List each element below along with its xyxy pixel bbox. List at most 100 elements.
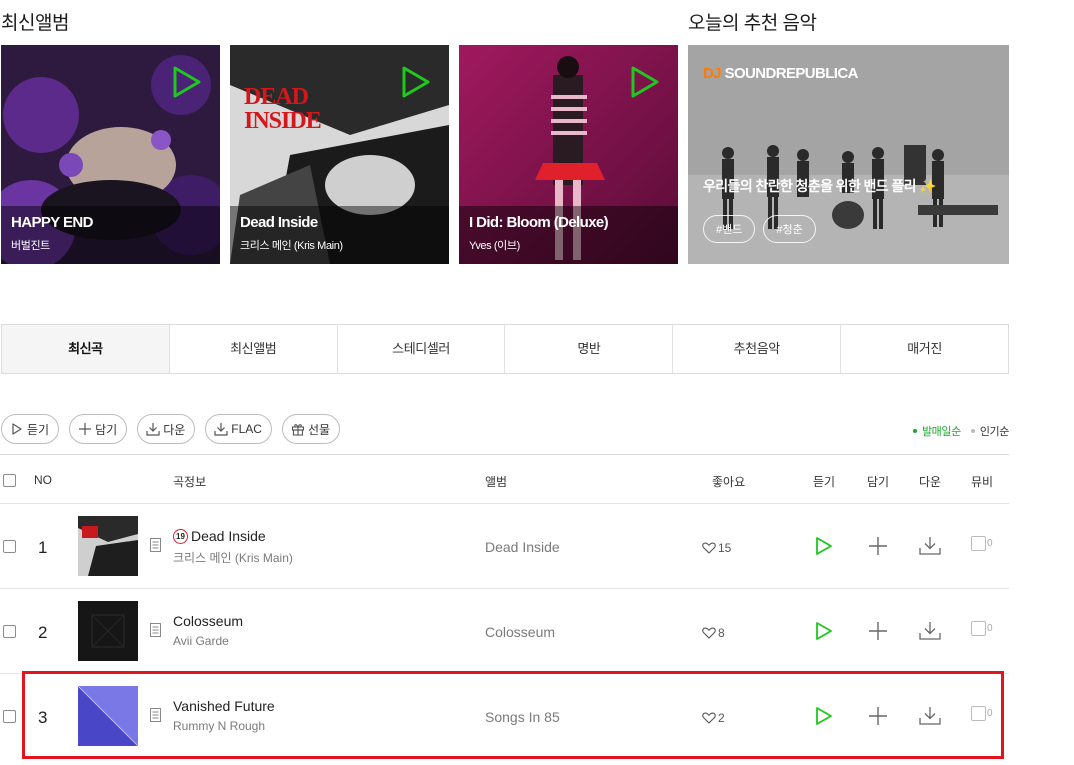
song-thumbnail[interactable] <box>78 601 138 661</box>
song-thumbnail[interactable] <box>78 686 138 746</box>
song-album[interactable]: Colosseum <box>485 624 555 640</box>
like-count: 2 <box>718 711 725 725</box>
play-outline-icon <box>12 423 22 435</box>
listen-button[interactable]: 듣기 <box>1 414 60 444</box>
album-title[interactable]: I Did: Bloom (Deluxe) <box>469 214 668 231</box>
tab-new-albums[interactable]: 최신앨범 <box>169 325 338 373</box>
tab-new-songs[interactable]: 최신곡 <box>2 325 170 373</box>
like-button[interactable]: 8 <box>702 626 725 640</box>
add-icon[interactable] <box>868 536 888 556</box>
dj-name: SOUNDREPUBLICA <box>724 65 859 82</box>
dj-tag-youth[interactable]: #청춘 <box>763 215 816 243</box>
flac-button[interactable]: FLAC <box>205 414 272 444</box>
song-thumbnail[interactable] <box>78 516 138 576</box>
new-albums-title: 최신앨범 <box>1 13 69 34</box>
play-icon[interactable] <box>172 65 202 99</box>
tab-recommended[interactable]: 추천음악 <box>673 325 842 373</box>
header-add: 담기 <box>867 475 890 489</box>
download-label: 다운 <box>163 422 186 437</box>
song-list-header: NO 곡정보 앨범 좋아요 듣기 담기 다운 뮤비 <box>0 454 1009 504</box>
lyrics-icon[interactable] <box>150 708 161 722</box>
dj-recommend-card[interactable]: DJ SOUNDREPUBLICA 우리들의 찬란한 청춘을 위한 밴드 플리 … <box>688 45 1009 264</box>
add-button[interactable]: 담기 <box>69 414 128 444</box>
mv-button[interactable]: 0 <box>971 536 993 551</box>
play-icon[interactable] <box>815 621 833 641</box>
header-listen: 듣기 <box>813 475 836 489</box>
lyrics-icon[interactable] <box>150 623 161 637</box>
mv-icon <box>971 621 986 636</box>
like-count: 15 <box>718 541 732 555</box>
album-cover-text: DEAD INSIDE <box>244 84 322 134</box>
sort-release[interactable]: 발매일순 <box>912 423 961 439</box>
song-number: 1 <box>38 538 48 557</box>
header-download: 다운 <box>919 475 942 489</box>
gift-button[interactable]: 선물 <box>281 414 341 444</box>
song-artist[interactable]: 크리스 메인 (Kris Main) <box>173 549 293 566</box>
song-artist[interactable]: Avii Garde <box>173 634 229 648</box>
row-checkbox[interactable] <box>3 710 16 723</box>
mv-count: 0 <box>987 623 993 634</box>
album-card-happy-end[interactable]: HAPPY END 버벌진트 <box>1 45 220 264</box>
mv-button[interactable]: 0 <box>971 621 993 636</box>
song-number: 3 <box>38 708 48 727</box>
header-song-info: 곡정보 <box>173 475 207 489</box>
mv-button[interactable]: 0 <box>971 706 993 721</box>
like-button[interactable]: 2 <box>702 711 725 725</box>
heart-icon <box>702 627 716 639</box>
header-album: 앨범 <box>485 475 508 489</box>
select-all-checkbox[interactable] <box>3 474 16 487</box>
song-title-wrap: 19 Dead Inside <box>173 528 266 544</box>
song-title-wrap: Colosseum <box>173 613 243 629</box>
song-album[interactable]: Dead Inside <box>485 539 560 555</box>
song-title[interactable]: Dead Inside <box>191 528 266 544</box>
album-artist[interactable]: Yves (이브) <box>469 237 668 253</box>
plus-icon <box>79 423 92 435</box>
play-icon[interactable] <box>815 706 833 726</box>
mv-count: 0 <box>987 538 993 549</box>
album-artist[interactable]: 크리스 메인 (Kris Main) <box>240 237 439 253</box>
lyrics-icon[interactable] <box>150 538 161 552</box>
listen-label: 듣기 <box>27 422 50 437</box>
like-count: 8 <box>718 626 725 640</box>
row-checkbox[interactable] <box>3 625 16 638</box>
tab-steady-seller[interactable]: 스테디셀러 <box>337 325 506 373</box>
row-checkbox[interactable] <box>3 540 16 553</box>
song-row: 3 Vanished Future Rummy N Rough Songs In… <box>0 674 1009 759</box>
song-title[interactable]: Vanished Future <box>173 698 275 714</box>
tab-magazine[interactable]: 매거진 <box>841 325 1008 373</box>
header-no: NO <box>34 473 52 487</box>
download-icon[interactable] <box>919 536 941 556</box>
album-card-dead-inside[interactable]: DEAD INSIDE Dead Inside 크리스 메인 (Kris Main… <box>230 45 449 264</box>
dot-icon <box>970 429 975 433</box>
album-overlay: Dead Inside 크리스 메인 (Kris Main) <box>230 206 449 264</box>
album-title[interactable]: Dead Inside <box>240 214 439 231</box>
download-button[interactable]: 다운 <box>137 414 196 444</box>
download-icon[interactable] <box>919 621 941 641</box>
play-icon[interactable] <box>401 65 431 99</box>
song-title[interactable]: Colosseum <box>173 613 243 629</box>
dj-prefix: DJ <box>703 65 722 82</box>
sort-popular[interactable]: 인기순 <box>970 423 1009 439</box>
song-artist[interactable]: Rummy N Rough <box>173 719 265 733</box>
download-icon[interactable] <box>919 706 941 726</box>
age-19-badge: 19 <box>173 528 188 544</box>
play-icon[interactable] <box>815 536 833 556</box>
add-icon[interactable] <box>868 706 888 726</box>
album-title[interactable]: HAPPY END <box>11 214 210 231</box>
play-icon[interactable] <box>630 65 660 99</box>
dj-tag-band[interactable]: #밴드 <box>703 215 756 243</box>
header-likes: 좋아요 <box>712 475 746 489</box>
gift-icon <box>291 424 305 436</box>
add-icon[interactable] <box>868 621 888 641</box>
dj-label: DJ SOUNDREPUBLICA <box>703 65 858 82</box>
song-row: 1 19 Dead Inside 크리스 메인 (Kris Main) Dead… <box>0 504 1009 589</box>
download-icon <box>146 423 160 436</box>
song-album[interactable]: Songs In 85 <box>485 709 560 725</box>
album-artist[interactable]: 버벌진트 <box>11 237 210 253</box>
sort-options: 발매일순 인기순 <box>912 423 1009 439</box>
like-button[interactable]: 15 <box>702 541 731 555</box>
heart-icon <box>702 712 716 724</box>
album-card-i-did-bloom[interactable]: I Did: Bloom (Deluxe) Yves (이브) <box>459 45 678 264</box>
tab-classic-albums[interactable]: 명반 <box>505 325 674 373</box>
album-overlay: I Did: Bloom (Deluxe) Yves (이브) <box>459 206 678 264</box>
